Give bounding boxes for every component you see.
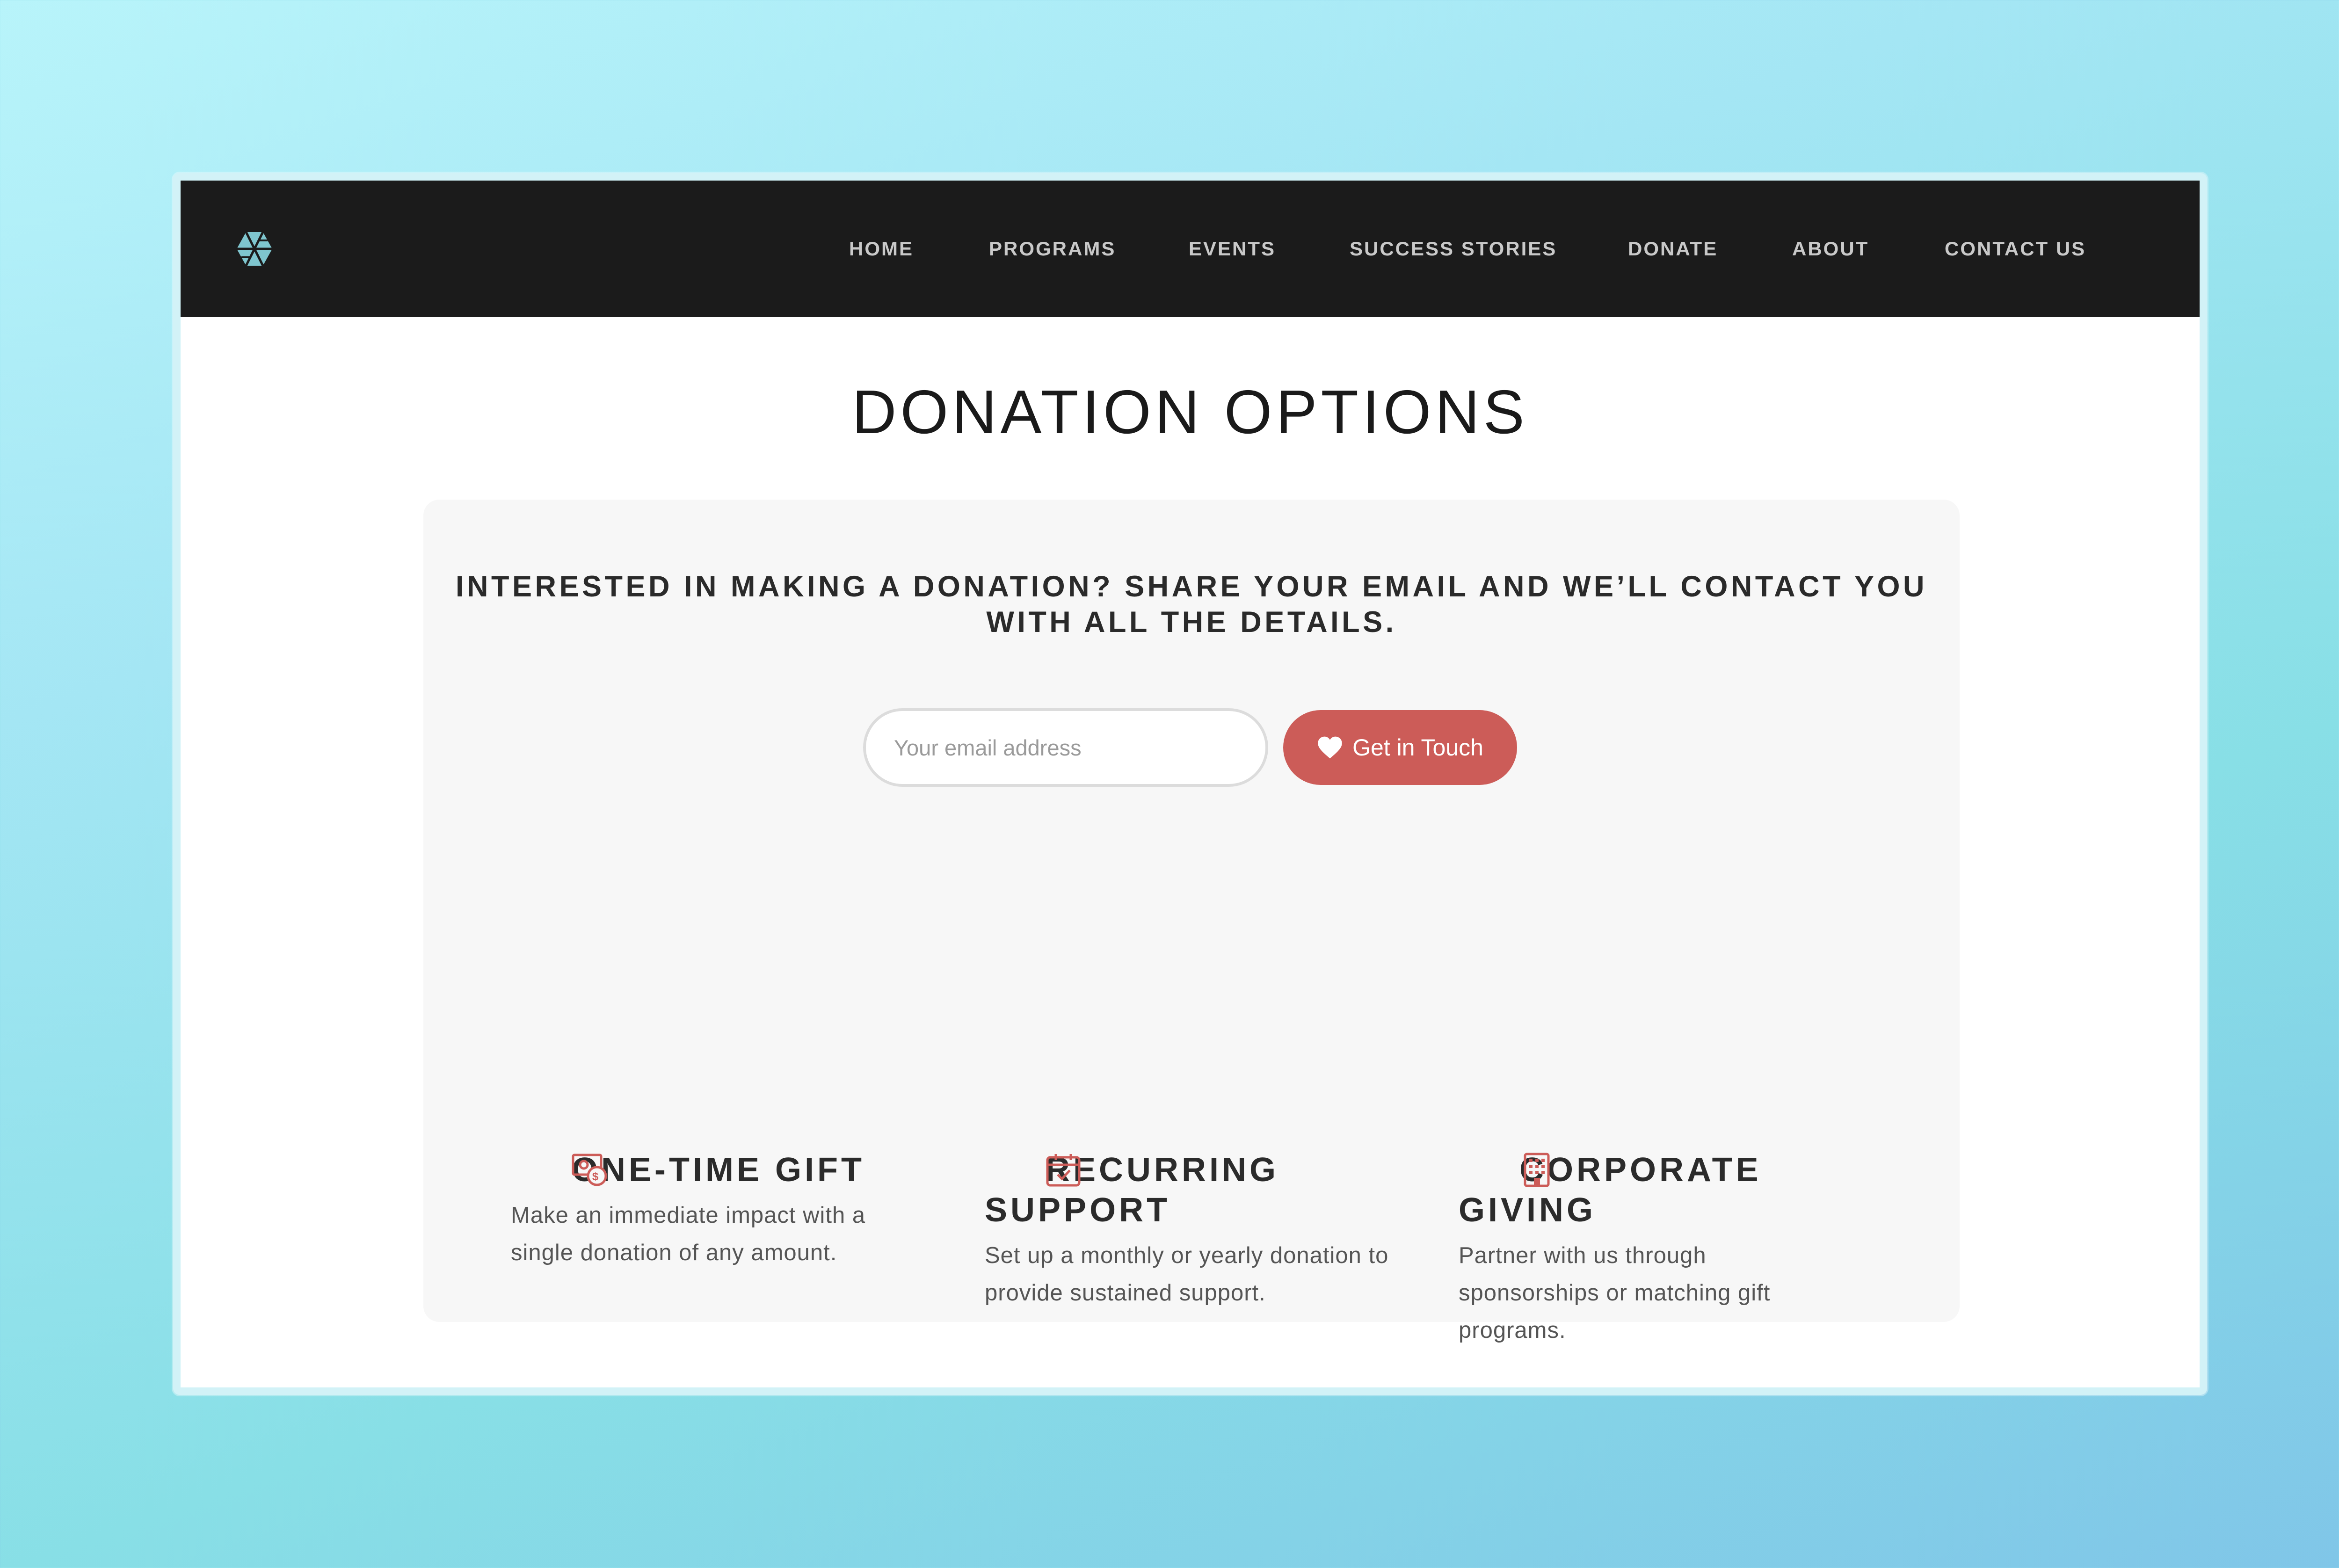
signup-heading: INTERESTED IN MAKING A DONATION? SHARE Y… [455, 570, 1928, 639]
option-title: CORPORATE GIVING [1459, 1151, 1762, 1229]
nav-link-home[interactable]: HOME [849, 181, 914, 317]
calendar-check-icon [985, 1153, 1081, 1187]
option-description: Set up a monthly or yearly donation to p… [985, 1243, 1389, 1306]
nav-link-contact-us[interactable]: CONTACT US [1945, 181, 2086, 317]
donation-card: INTERESTED IN MAKING A DONATION? SHARE Y… [423, 500, 1960, 1343]
nav-link-donate[interactable]: DONATE [1628, 181, 1718, 317]
option-recurring-support: RECURRING SUPPORT Set up a monthly or ye… [985, 1150, 1406, 1312]
building-icon [1459, 1153, 1550, 1187]
page-title: DONATION OPTIONS [852, 377, 1528, 446]
option-description: Make an immediate impact with a single d… [511, 1203, 866, 1265]
option-title: RECURRING SUPPORT [985, 1151, 1279, 1229]
option-corporate-giving: CORPORATE GIVING Partner with us through… [1459, 1150, 1880, 1349]
option-description: Partner with us through sponsorships or … [1459, 1243, 1771, 1343]
get-in-touch-button[interactable]: Get in Touch [1283, 710, 1517, 785]
option-title: $ ONE-TIME GIFT [511, 1150, 932, 1190]
option-one-time-gift: $ ONE-TIME GIFT Make an immediate impact… [511, 1150, 932, 1271]
email-input[interactable] [863, 708, 1268, 787]
nav-links: HOME PROGRAMS EVENTS SUCCESS STORIES DON… [181, 181, 2200, 317]
svg-text:$: $ [592, 1170, 602, 1183]
nav-link-about[interactable]: ABOUT [1792, 181, 1869, 317]
top-navbar: HOME PROGRAMS EVENTS SUCCESS STORIES DON… [181, 181, 2200, 317]
browser-window: HOME PROGRAMS EVENTS SUCCESS STORIES DON… [173, 173, 2207, 1395]
nav-link-programs[interactable]: PROGRAMS [989, 181, 1116, 317]
nav-link-success-stories[interactable]: SUCCESS STORIES [1350, 181, 1557, 317]
money-coin-icon: $ [511, 1153, 607, 1187]
heart-icon [1318, 736, 1342, 759]
get-in-touch-label: Get in Touch [1352, 734, 1483, 761]
nav-link-events[interactable]: EVENTS [1189, 181, 1276, 317]
